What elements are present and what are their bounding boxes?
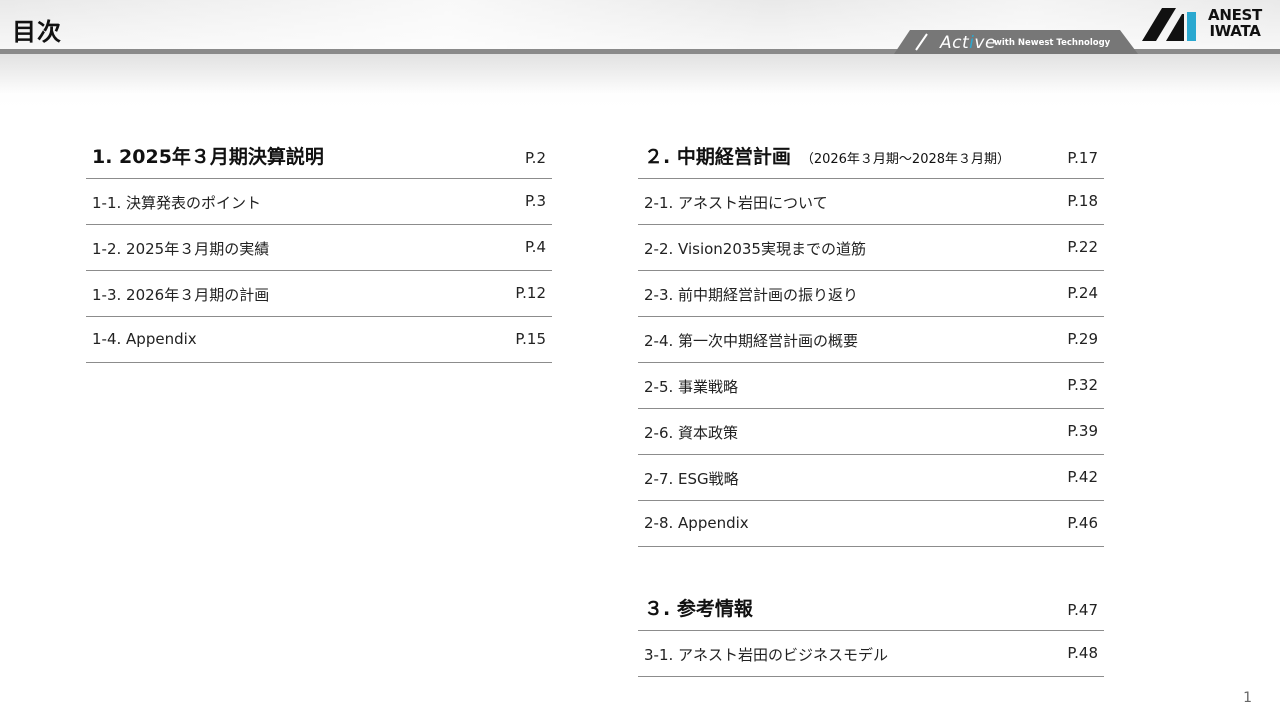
section-header[interactable]: 1. 2025年３月期決算説明 P.2 bbox=[86, 132, 552, 179]
section-page-ref: P.2 bbox=[524, 149, 546, 167]
toc-row[interactable]: 2-4. 第一次中期経営計画の概要 P.29 bbox=[638, 317, 1104, 363]
toc-section-3: ３. 参考情報 P.47 3-1. アネスト岩田のビジネスモデル P.48 bbox=[638, 584, 1104, 677]
active-tagline: with Newest Technology bbox=[994, 38, 1111, 48]
toc-section-2: ２. 中期経営計画 （2026年３月期～2028年３月期） P.17 2-1. ア… bbox=[638, 132, 1104, 547]
toc-row-label: 2-3. 前中期経営計画の振り返り bbox=[644, 286, 859, 304]
toc-row-page: P.4 bbox=[524, 238, 546, 256]
section-page-ref: P.47 bbox=[1067, 601, 1098, 619]
toc-row-label: 2-7. ESG戦略 bbox=[644, 470, 739, 488]
slide-page-number: 1 bbox=[1243, 690, 1252, 706]
logo-line-1: ANEST bbox=[1208, 6, 1262, 24]
logo-mark-icon bbox=[1142, 8, 1196, 41]
toc-row-label: 2-1. アネスト岩田について bbox=[644, 194, 828, 212]
toc-row-page: P.46 bbox=[1067, 514, 1098, 532]
toc-row[interactable]: 1-3. 2026年３月期の計画 P.12 bbox=[86, 271, 552, 317]
toc-row-page: P.18 bbox=[1067, 192, 1098, 210]
toc-row-page: P.29 bbox=[1067, 330, 1098, 348]
logo-wordmark: ANEST IWATA bbox=[1198, 7, 1272, 39]
toc-row-label: 2-6. 資本政策 bbox=[644, 424, 739, 442]
toc-section-1: 1. 2025年３月期決算説明 P.2 1-1. 決算発表のポイント P.3 1… bbox=[86, 132, 552, 363]
company-logo: ANEST IWATA bbox=[1142, 7, 1272, 43]
toc-row[interactable]: 2-7. ESG戦略 P.42 bbox=[638, 455, 1104, 501]
section-title-text: ２. 中期経営計画 bbox=[644, 146, 791, 168]
toc-row[interactable]: 2-8. Appendix P.46 bbox=[638, 501, 1104, 547]
section-title: ３. 参考情報 bbox=[644, 594, 753, 621]
active-word-pre: Act bbox=[940, 33, 970, 53]
toc-row[interactable]: 3-1. アネスト岩田のビジネスモデル P.48 bbox=[638, 631, 1104, 677]
section-subtitle: （2026年３月期～2028年３月期） bbox=[800, 152, 1011, 167]
toc-row[interactable]: 2-6. 資本政策 P.39 bbox=[638, 409, 1104, 455]
toc-row-label: 2-5. 事業戦略 bbox=[644, 378, 739, 396]
section-page-ref: P.17 bbox=[1067, 149, 1098, 167]
toc-row-page: P.24 bbox=[1067, 284, 1098, 302]
toc-row[interactable]: 1-1. 決算発表のポイント P.3 bbox=[86, 179, 552, 225]
toc-row-page: P.22 bbox=[1067, 238, 1098, 256]
section-header[interactable]: ２. 中期経営計画 （2026年３月期～2028年３月期） P.17 bbox=[638, 132, 1104, 179]
toc-row[interactable]: 2-1. アネスト岩田について P.18 bbox=[638, 179, 1104, 225]
header-band: 目次 Active with Newest Technology ANEST I… bbox=[0, 0, 1280, 108]
toc-row-label: 1-1. 決算発表のポイント bbox=[92, 194, 262, 212]
toc-row-label: 1-2. 2025年３月期の実績 bbox=[92, 240, 270, 258]
toc-row-page: P.15 bbox=[515, 330, 546, 348]
toc-row-label: 2-2. Vision2035実現までの道筋 bbox=[644, 240, 866, 258]
logo-line-2: IWATA bbox=[1209, 22, 1261, 40]
toc-row[interactable]: 1-2. 2025年３月期の実績 P.4 bbox=[86, 225, 552, 271]
toc-row-page: P.42 bbox=[1067, 468, 1098, 486]
toc-row-page: P.32 bbox=[1067, 376, 1098, 394]
toc-row-label: 1-4. Appendix bbox=[92, 330, 197, 348]
toc-row-label: 1-3. 2026年３月期の計画 bbox=[92, 286, 270, 304]
header-shadow bbox=[0, 54, 1280, 94]
toc-row[interactable]: 2-5. 事業戦略 P.32 bbox=[638, 363, 1104, 409]
section-title-text: 1. 2025年３月期決算説明 bbox=[92, 146, 324, 168]
section-header[interactable]: ３. 参考情報 P.47 bbox=[638, 584, 1104, 631]
toc-row-label: 3-1. アネスト岩田のビジネスモデル bbox=[644, 646, 889, 664]
toc-row-page: P.3 bbox=[524, 192, 546, 210]
page-title: 目次 bbox=[12, 18, 62, 46]
toc-row-page: P.48 bbox=[1067, 644, 1098, 662]
toc-row[interactable]: 1-4. Appendix P.15 bbox=[86, 317, 552, 363]
toc-row[interactable]: 2-2. Vision2035実現までの道筋 P.22 bbox=[638, 225, 1104, 271]
toc-row-page: P.39 bbox=[1067, 422, 1098, 440]
toc-row-page: P.12 bbox=[515, 284, 546, 302]
toc-row[interactable]: 2-3. 前中期経営計画の振り返り P.24 bbox=[638, 271, 1104, 317]
toc-row-label: 2-8. Appendix bbox=[644, 514, 749, 532]
active-badge: Active with Newest Technology bbox=[894, 30, 1144, 54]
section-title: ２. 中期経営計画 （2026年３月期～2028年３月期） bbox=[644, 142, 1010, 169]
active-word-post: ve bbox=[974, 33, 996, 53]
toc-row-label: 2-4. 第一次中期経営計画の概要 bbox=[644, 332, 859, 350]
section-title: 1. 2025年３月期決算説明 bbox=[92, 142, 324, 169]
active-logotype: Active bbox=[940, 33, 996, 53]
section-title-text: ３. 参考情報 bbox=[644, 598, 753, 620]
